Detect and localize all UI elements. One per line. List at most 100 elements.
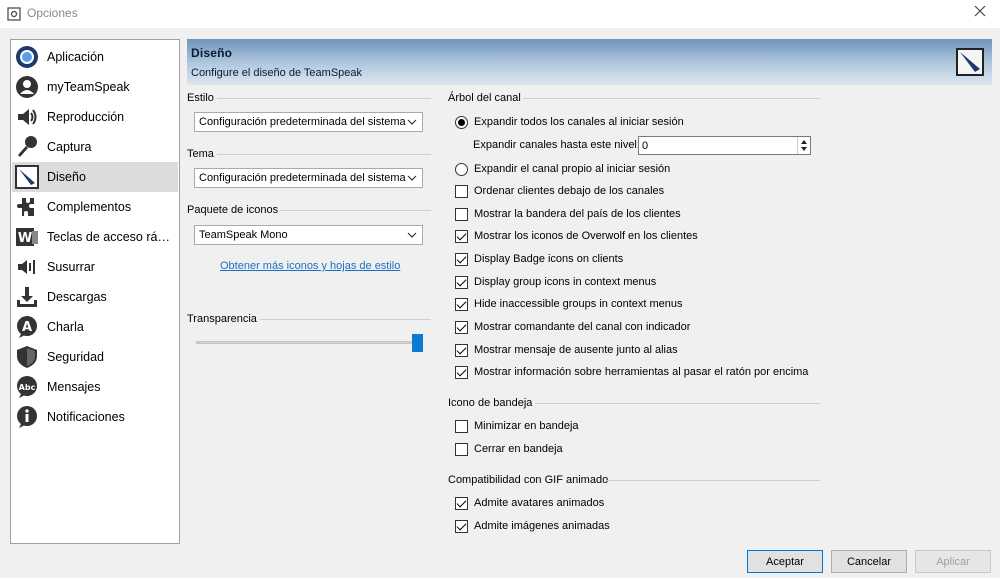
iconpack-group-label: Paquete de iconos: [187, 204, 279, 216]
expand-level-spinbox[interactable]: 0: [638, 136, 811, 155]
check-tooltips[interactable]: Mostrar información sobre herramientas a…: [455, 364, 808, 380]
style-select-value: Configuración predeterminada del sistema: [199, 116, 406, 128]
divider: [217, 154, 431, 155]
spin-up-icon[interactable]: [801, 140, 807, 144]
radio-button[interactable]: [455, 162, 468, 176]
check-animated-images[interactable]: Admite imágenes animadas: [455, 518, 610, 534]
more-icons-link[interactable]: Obtener más iconos y hojas de estilo: [220, 260, 400, 272]
divider: [607, 480, 820, 481]
checkbox[interactable]: [455, 519, 468, 533]
radio-button[interactable]: [455, 115, 468, 129]
checkbox[interactable]: [455, 275, 468, 289]
sidebar-item-label: Charla: [47, 320, 84, 334]
hotkey-icon: W: [16, 228, 38, 246]
user-icon: [16, 76, 38, 98]
sidebar-item-susurrar[interactable]: Susurrar: [12, 252, 178, 282]
sidebar-item-label: Teclas de acceso rápi...: [47, 230, 175, 244]
tray-group-label: Icono de bandeja: [448, 397, 533, 409]
sidebar-item-myteamspeak[interactable]: myTeamSpeak: [12, 72, 178, 102]
sidebar-item-label: Susurrar: [47, 260, 95, 274]
close-icon: [974, 5, 986, 17]
check-minimize-tray[interactable]: Minimizar en bandeja: [455, 418, 579, 434]
transparency-slider-handle[interactable]: [412, 334, 423, 352]
check-sort-clients[interactable]: Ordenar clientes debajo de los canales: [455, 183, 664, 199]
divider: [260, 319, 431, 320]
check-badge-icons[interactable]: Display Badge icons on clients: [455, 251, 623, 267]
sidebar-item-label: Seguridad: [47, 350, 104, 364]
iconpack-select[interactable]: TeamSpeak Mono: [194, 225, 423, 245]
checkbox-label: Mostrar la bandera del país de los clien…: [474, 208, 681, 220]
checkbox[interactable]: [455, 297, 468, 311]
theme-group-label: Tema: [187, 148, 214, 160]
divider: [217, 98, 431, 99]
checkbox[interactable]: [455, 184, 468, 198]
checkbox-label: Mostrar los iconos de Overwolf en los cl…: [474, 230, 698, 242]
check-hide-groups[interactable]: Hide inaccessible groups in context menu…: [455, 296, 683, 312]
window-title: Opciones: [27, 6, 78, 20]
app-icon: [16, 46, 38, 68]
check-away-message[interactable]: Mostrar mensaje de ausente junto al alia…: [455, 342, 678, 358]
page-header: Diseño Configure el diseño de TeamSpeak: [187, 39, 992, 85]
cancel-button[interactable]: Cancelar: [831, 550, 907, 573]
title-bar: Opciones: [0, 0, 1000, 28]
checkbox[interactable]: [455, 252, 468, 266]
checkbox-label: Ordenar clientes debajo de los canales: [474, 185, 665, 197]
spin-down-icon[interactable]: [801, 147, 807, 151]
checkbox[interactable]: [455, 496, 468, 510]
check-channel-commander[interactable]: Mostrar comandante del canal con indicad…: [455, 319, 690, 335]
sidebar-item-complementos[interactable]: Complementos: [12, 192, 178, 222]
check-country-flag[interactable]: Mostrar la bandera del país de los clien…: [455, 206, 681, 222]
spin-buttons[interactable]: [797, 137, 810, 154]
sidebar-item-diseno[interactable]: Diseño: [12, 162, 178, 192]
messages-icon: Abc: [17, 376, 37, 398]
checkbox[interactable]: [455, 442, 468, 456]
checkbox[interactable]: [455, 207, 468, 221]
sidebar-item-teclas[interactable]: W Teclas de acceso rápi...: [12, 222, 178, 252]
speaker-icon: [18, 109, 37, 125]
puzzle-icon: [17, 198, 34, 216]
checkbox-label: Admite imágenes animadas: [474, 520, 610, 532]
expand-level-value: 0: [642, 140, 649, 152]
chevron-down-icon: [407, 119, 417, 125]
sidebar-item-seguridad[interactable]: Seguridad: [12, 342, 178, 372]
divider: [279, 210, 431, 211]
sidebar-item-mensajes[interactable]: Abc Mensajes: [12, 372, 178, 402]
check-close-tray[interactable]: Cerrar en bandeja: [455, 441, 563, 457]
whisper-icon: [18, 260, 35, 274]
checkbox-label: Hide inaccessible groups in context menu…: [474, 298, 683, 310]
transparency-slider-track[interactable]: [196, 341, 418, 344]
channel-tree-group-label: Árbol del canal: [448, 92, 521, 104]
sidebar-item-notificaciones[interactable]: Notificaciones: [12, 402, 178, 432]
checkbox[interactable]: [455, 419, 468, 433]
sidebar-item-descargas[interactable]: Descargas: [12, 282, 178, 312]
close-button[interactable]: [970, 3, 990, 23]
expand-own-radio[interactable]: Expandir el canal propio al iniciar sesi…: [455, 161, 670, 177]
gif-group-label: Compatibilidad con GIF animado: [448, 474, 609, 486]
download-icon: [17, 287, 37, 307]
sidebar-item-charla[interactable]: A Charla: [12, 312, 178, 342]
checkbox-label: Cerrar en bandeja: [474, 443, 563, 455]
checkbox-label: Mostrar mensaje de ausente junto al alia…: [474, 344, 678, 356]
theme-select[interactable]: Configuración predeterminada del sistema: [194, 168, 423, 188]
sidebar-item-aplicacion[interactable]: Aplicación: [12, 42, 178, 72]
check-animated-avatars[interactable]: Admite avatares animados: [455, 495, 604, 511]
style-select[interactable]: Configuración predeterminada del sistema: [194, 112, 423, 132]
checkbox[interactable]: [455, 365, 468, 379]
checkbox[interactable]: [455, 343, 468, 357]
checkbox[interactable]: [455, 320, 468, 334]
settings-icon: [7, 7, 21, 21]
sidebar-item-label: Diseño: [47, 170, 86, 184]
check-overwolf-icons[interactable]: Mostrar los iconos de Overwolf en los cl…: [455, 228, 698, 244]
expand-all-label: Expandir todos los canales al iniciar se…: [474, 116, 684, 128]
check-group-icons[interactable]: Display group icons in context menus: [455, 274, 656, 290]
expand-all-radio[interactable]: Expandir todos los canales al iniciar se…: [455, 114, 684, 130]
sidebar: Aplicación myTeamSpeak Reproducción Capt…: [10, 39, 180, 544]
apply-button[interactable]: Aplicar: [915, 550, 991, 573]
sidebar-item-captura[interactable]: Captura: [12, 132, 178, 162]
sidebar-item-label: myTeamSpeak: [47, 80, 130, 94]
checkbox[interactable]: [455, 229, 468, 243]
ok-button[interactable]: Aceptar: [747, 550, 823, 573]
svg-text:Abc: Abc: [19, 383, 36, 392]
sidebar-item-reproduccion[interactable]: Reproducción: [12, 102, 178, 132]
expand-own-label: Expandir el canal propio al iniciar sesi…: [474, 163, 671, 175]
